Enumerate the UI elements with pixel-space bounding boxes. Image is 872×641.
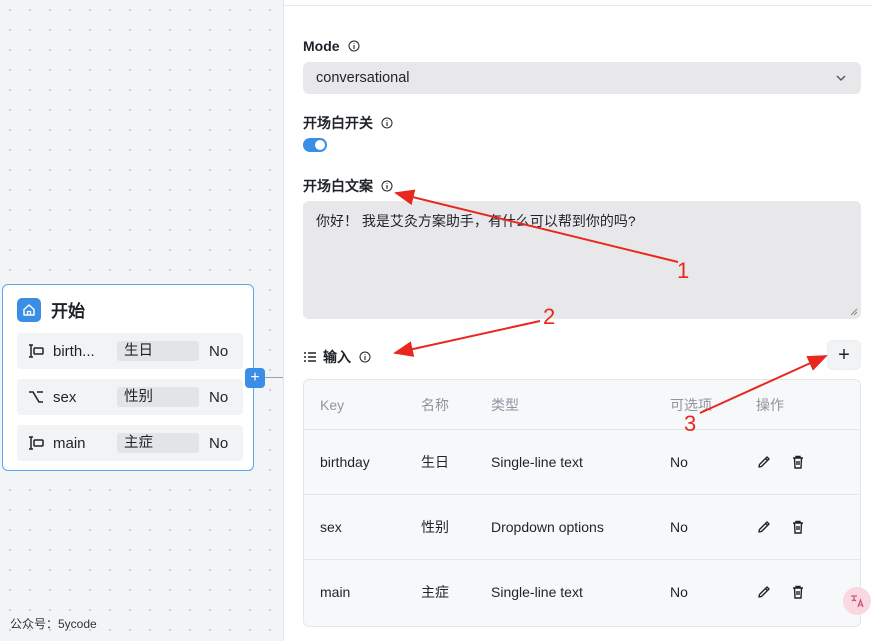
resize-handle-icon[interactable]: [850, 308, 858, 316]
inputs-label: 输入: [323, 349, 351, 365]
chevron-down-icon: [836, 75, 846, 81]
delete-icon[interactable]: [790, 519, 806, 535]
info-icon[interactable]: [381, 180, 393, 192]
start-node-header: 开始: [17, 297, 85, 322]
node-field-required: No: [209, 388, 229, 406]
opening-text-value: 你好！ 我是艾灸方案助手，有什么可以帮到你的吗?: [316, 213, 636, 229]
delete-icon[interactable]: [790, 454, 806, 470]
translate-icon[interactable]: [843, 587, 871, 615]
inputs-label-row: 输入: [303, 347, 371, 367]
table-header-type: 类型: [491, 396, 519, 413]
row-name: 主症: [421, 584, 449, 600]
table-row: main 主症 Single-line text No: [304, 559, 860, 625]
node-title: 开始: [51, 302, 85, 321]
table-header-optional: 可选项: [670, 396, 712, 413]
opening-switch-label-row: 开场白开关: [303, 113, 393, 133]
table-header-actions: 操作: [756, 396, 784, 413]
text-field-icon: [23, 436, 49, 450]
add-input-button[interactable]: +: [827, 340, 861, 370]
row-actions: [756, 584, 806, 600]
row-type: Single-line text: [491, 453, 583, 470]
node-field-name: main: [53, 434, 86, 452]
node-field-label: 生日: [117, 341, 199, 361]
mode-select-value: conversational: [316, 70, 410, 86]
delete-icon[interactable]: [790, 584, 806, 600]
node-field-name: sex: [53, 388, 77, 406]
row-optional: No: [670, 453, 688, 470]
row-actions: [756, 519, 806, 535]
row-optional: No: [670, 518, 688, 535]
inputs-table: Key 名称 类型 可选项 操作 birthday 生日 Single-line…: [303, 379, 861, 627]
row-type: Dropdown options: [491, 518, 604, 535]
add-node-handle[interactable]: +: [245, 368, 265, 388]
edit-icon[interactable]: [756, 519, 772, 535]
list-icon: [304, 352, 316, 362]
divider: [284, 5, 872, 6]
node-field-row[interactable]: main 主症 No: [17, 425, 243, 461]
node-field-required: No: [209, 434, 229, 452]
node-edge: [265, 377, 283, 378]
info-icon[interactable]: [381, 117, 393, 129]
select-field-icon: [23, 390, 49, 404]
table-header-row: Key 名称 类型 可选项 操作: [304, 380, 860, 430]
node-field-row[interactable]: birth... 生日 No: [17, 333, 243, 369]
table-row: birthday 生日 Single-line text No: [304, 429, 860, 495]
home-icon: [17, 297, 41, 322]
row-key: main: [320, 584, 351, 600]
info-icon[interactable]: [359, 351, 371, 363]
info-icon[interactable]: [348, 40, 360, 52]
edit-icon[interactable]: [756, 454, 772, 470]
mode-label-row: Mode: [303, 38, 360, 54]
opening-switch-label: 开场白开关: [303, 115, 373, 131]
node-field-required: No: [209, 342, 229, 360]
table-header-key: Key: [320, 396, 345, 413]
opening-switch-toggle[interactable]: [303, 138, 327, 152]
node-field-name: birth...: [53, 342, 95, 360]
opening-text-textarea[interactable]: 你好！ 我是艾灸方案助手，有什么可以帮到你的吗?: [303, 201, 861, 319]
table-header-name: 名称: [421, 396, 449, 413]
row-key: birthday: [320, 453, 370, 470]
row-actions: [756, 454, 806, 470]
watermark: 公众号：5ycode: [10, 617, 97, 631]
node-config-panel: Mode conversational 开场白开关 开场白文案 你好！ 我是艾灸…: [283, 0, 872, 641]
edit-icon[interactable]: [756, 584, 772, 600]
row-key: sex: [320, 518, 342, 535]
opening-text-label-row: 开场白文案: [303, 176, 393, 196]
row-name: 生日: [421, 453, 449, 470]
row-type: Single-line text: [491, 584, 583, 600]
node-field-label: 性别: [117, 387, 199, 407]
mode-select[interactable]: conversational: [303, 62, 861, 94]
row-optional: No: [670, 584, 688, 600]
opening-text-label: 开场白文案: [303, 178, 373, 194]
row-name: 性别: [421, 518, 449, 535]
mode-label: Mode: [303, 38, 340, 54]
text-field-icon: [23, 344, 49, 358]
node-field-label: 主症: [117, 433, 199, 453]
table-row: sex 性别 Dropdown options No: [304, 494, 860, 560]
start-node[interactable]: 开始 birth... 生日 No sex 性别 No main 主症 No: [2, 284, 254, 471]
node-field-row[interactable]: sex 性别 No: [17, 379, 243, 415]
